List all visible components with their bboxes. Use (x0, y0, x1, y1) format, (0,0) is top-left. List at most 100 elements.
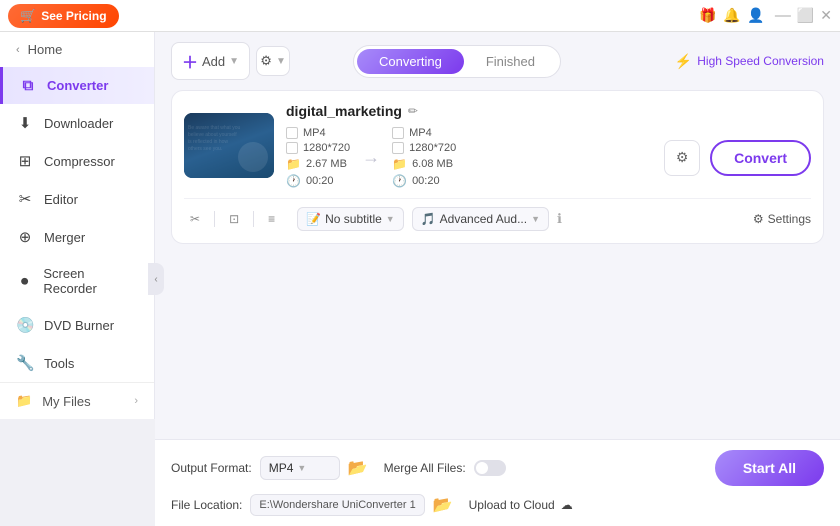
file-location-label: File Location: (171, 498, 242, 512)
edit-filename-icon[interactable]: ✏ (408, 104, 418, 118)
target-format: MP4 (392, 127, 456, 139)
app-body: ‹ Home ⧉ Converter ⬇ Downloader ⊞ Compre… (0, 32, 840, 526)
file-thumbnail: Be aware that what you believe about you… (184, 113, 274, 178)
add-settings-button[interactable]: ⚙ ▼ (256, 46, 290, 76)
format-folder-icon[interactable]: 📂 (348, 458, 368, 478)
tab-converting[interactable]: Converting (357, 49, 464, 74)
convert-button[interactable]: Convert (710, 140, 811, 176)
subtitle-chevron-icon: ▼ (386, 214, 395, 224)
target-duration-label: 00:20 (412, 175, 440, 187)
titlebar: 🛒 See Pricing 🎁 🔔 👤 — ⬜ ✕ (0, 0, 840, 32)
format-arrow-icon: → (362, 147, 380, 168)
source-format-check (286, 127, 298, 139)
sidebar-item-compressor[interactable]: ⊞ Compressor (0, 142, 154, 180)
file-info: digital_marketing ✏ MP4 (286, 103, 811, 188)
source-format: MP4 (286, 127, 350, 139)
tab-group: Converting Finished (353, 45, 561, 78)
start-all-button[interactable]: Start All (715, 450, 824, 486)
effects-tool-button[interactable]: ≡ (262, 209, 281, 229)
editor-icon: ✂ (16, 190, 34, 208)
source-format-label: MP4 (303, 127, 326, 139)
tool-separator-2 (253, 211, 254, 227)
settings-link[interactable]: ⚙ Settings (753, 212, 811, 226)
audio-chevron-icon: ▼ (531, 214, 540, 224)
file-card: Be aware that what you believe about you… (171, 90, 824, 244)
sidebar-collapse-button[interactable]: ‹ (148, 263, 164, 295)
file-location-path[interactable]: E:\Wondershare UniConverter 1 (250, 494, 424, 516)
source-resolution: 1280*720 (286, 142, 350, 154)
subtitle-select[interactable]: 📝 No subtitle ▼ (297, 207, 404, 231)
sidebar-item-tools[interactable]: 🔧 Tools (0, 344, 154, 382)
speed-label: High Speed Conversion (697, 54, 824, 68)
format-chevron-icon: ▼ (297, 463, 306, 473)
source-resolution-check (286, 142, 298, 154)
pricing-bell-icon: 🛒 (20, 8, 36, 24)
sidebar-item-converter[interactable]: ⧉ Converter (0, 67, 154, 104)
dvd-burner-icon: 💿 (16, 316, 34, 334)
subtitle-icon: 📝 (306, 212, 321, 226)
file-settings-icon-button[interactable]: ⚙ (664, 140, 700, 176)
collapse-icon: ‹ (154, 274, 157, 285)
lightning-icon: ⚡ (675, 53, 692, 70)
output-format-value: MP4 (269, 461, 294, 475)
output-format-select[interactable]: MP4 ▼ (260, 456, 340, 480)
cut-tool-button[interactable]: ✂ (184, 209, 206, 229)
target-format-block: MP4 1280*720 📁 6.08 MB (392, 127, 456, 188)
see-pricing-button[interactable]: 🛒 See Pricing (8, 4, 119, 28)
file-name-row: digital_marketing ✏ (286, 103, 811, 119)
add-chevron-icon: ▼ (229, 56, 239, 67)
cloud-icon: ☁ (561, 498, 573, 512)
audio-select[interactable]: 🎵 Advanced Aud... ▼ (412, 207, 549, 231)
content-header: ＋ Add ▼ ⚙ ▼ Converting Finished ⚡ High S… (155, 32, 840, 90)
upload-cloud-button[interactable]: Upload to Cloud ☁ (469, 498, 573, 512)
my-files-label: 📁 My Files (16, 393, 91, 409)
my-files-chevron-icon: › (134, 395, 138, 407)
merge-toggle-switch[interactable] (474, 460, 506, 476)
file-card-top: Be aware that what you believe about you… (184, 103, 811, 188)
home-label: Home (28, 42, 63, 57)
pricing-label: See Pricing (41, 9, 106, 23)
converter-icon: ⧉ (19, 77, 37, 94)
bottom-row-1: Output Format: MP4 ▼ 📂 Merge All Files: … (171, 450, 824, 486)
sidebar-item-merger[interactable]: ⊕ Merger (0, 218, 154, 256)
user-icon[interactable]: 👤 (747, 7, 765, 24)
sidebar-item-downloader[interactable]: ⬇ Downloader (0, 104, 154, 142)
speed-badge: ⚡ High Speed Conversion (675, 53, 824, 70)
info-icon[interactable]: ℹ (557, 211, 562, 227)
source-duration-label: 00:20 (306, 175, 334, 187)
downloader-icon: ⬇ (16, 114, 34, 132)
location-folder-icon[interactable]: 📂 (433, 495, 453, 515)
crop-tool-button[interactable]: ⊡ (223, 209, 245, 229)
minimize-button[interactable]: — (775, 7, 791, 25)
merger-label: Merger (44, 230, 85, 245)
source-resolution-label: 1280*720 (303, 142, 350, 154)
tool-separator-1 (214, 211, 215, 227)
sidebar-item-dvd-burner[interactable]: 💿 DVD Burner (0, 306, 154, 344)
output-format-label: Output Format: (171, 461, 252, 475)
sidebar-home[interactable]: ‹ Home (0, 32, 154, 67)
tab-finished[interactable]: Finished (464, 49, 557, 74)
settings-gear-icon: ⚙ (753, 212, 764, 226)
target-resolution: 1280*720 (392, 142, 456, 154)
target-format-check (392, 127, 404, 139)
target-resolution-check (392, 142, 404, 154)
sidebar-my-files[interactable]: 📁 My Files › (0, 382, 154, 419)
content-area: ＋ Add ▼ ⚙ ▼ Converting Finished ⚡ High S… (155, 32, 840, 526)
maximize-button[interactable]: ⬜ (797, 7, 814, 25)
sidebar-item-editor[interactable]: ✂ Editor (0, 180, 154, 218)
sidebar-item-screen-recorder[interactable]: ⏺ Screen Recorder (0, 256, 154, 306)
add-files-button[interactable]: ＋ Add ▼ (171, 42, 250, 80)
notification-icon[interactable]: 🔔 (723, 7, 741, 24)
gift-icon[interactable]: 🎁 (699, 7, 717, 24)
close-button[interactable]: ✕ (820, 7, 832, 25)
effects-icon: ≡ (268, 212, 275, 226)
merge-all-field: Merge All Files: (384, 460, 506, 476)
compressor-label: Compressor (44, 154, 115, 169)
header-actions: ＋ Add ▼ ⚙ ▼ (171, 42, 290, 80)
add-settings-icon: ⚙ (260, 53, 272, 69)
bottom-row-2: File Location: E:\Wondershare UniConvert… (171, 494, 824, 516)
settings-text: Settings (768, 212, 811, 226)
compressor-icon: ⊞ (16, 152, 34, 170)
sidebar-wrapper: ‹ Home ⧉ Converter ⬇ Downloader ⊞ Compre… (0, 32, 155, 526)
convert-actions: ⚙ Convert (664, 140, 811, 176)
